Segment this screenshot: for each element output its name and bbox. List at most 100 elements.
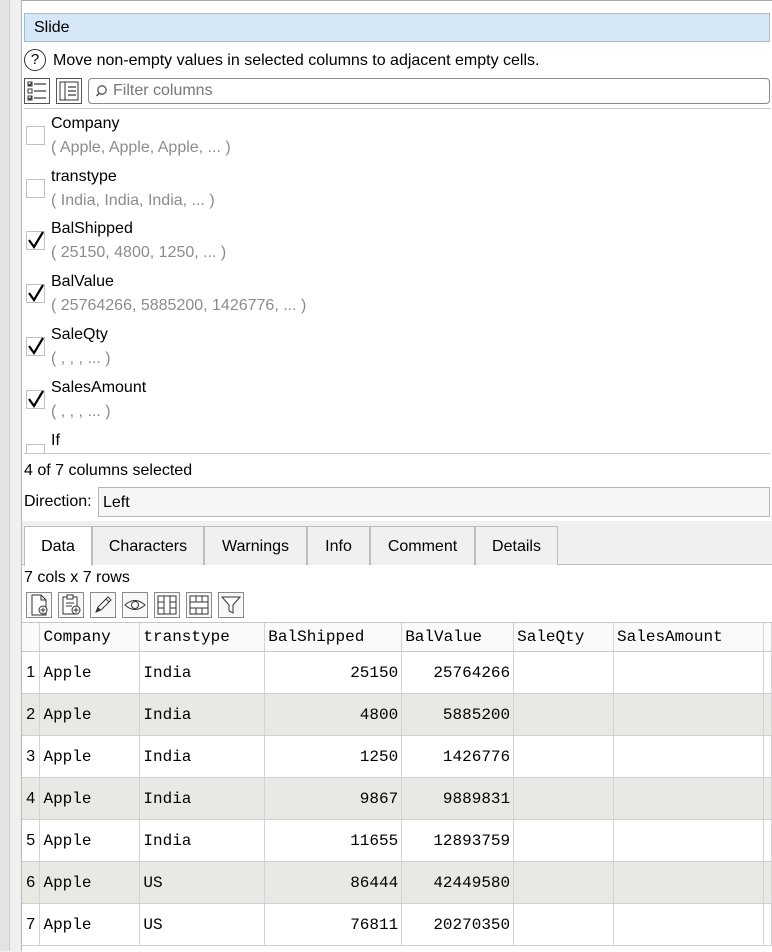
column-sample: ( 25150, 4800, 1250, ... ) (51, 244, 227, 261)
eye-icon[interactable] (122, 592, 148, 618)
column-checkbox[interactable] (26, 390, 45, 409)
filter-columns-input[interactable] (113, 80, 753, 102)
table-cell[interactable]: India (139, 777, 266, 820)
panel-title-bar: Slide (24, 13, 770, 42)
tab-data[interactable]: Data (24, 526, 92, 566)
column-checkbox[interactable] (26, 231, 45, 250)
column-item-balshipped[interactable]: BalShipped ( 25150, 4800, 1250, ... ) (24, 214, 770, 266)
table-cell[interactable] (613, 819, 764, 862)
table-cell[interactable] (513, 693, 615, 736)
table-cell[interactable] (513, 903, 615, 946)
paste-icon[interactable] (58, 592, 84, 618)
table-cell[interactable] (613, 693, 764, 736)
table-cell[interactable] (613, 735, 764, 778)
tab-comment[interactable]: Comment (370, 526, 475, 565)
table-cell[interactable]: 20270350 (401, 903, 515, 946)
column-checkbox[interactable] (26, 126, 45, 145)
table-cell[interactable]: 5885200 (401, 693, 515, 736)
tab-details[interactable]: Details (475, 526, 558, 565)
table-cell[interactable]: Apple (39, 819, 141, 862)
table-cell[interactable]: 12893759 (401, 819, 515, 862)
table-cell[interactable]: 42449580 (401, 861, 515, 904)
new-file-icon[interactable] (26, 592, 52, 618)
table-cell[interactable] (513, 777, 615, 820)
table-cell[interactable]: 25150 (264, 651, 403, 694)
tab-info[interactable]: Info (307, 526, 370, 565)
column-checkbox[interactable] (26, 337, 45, 356)
table-cell[interactable]: 25764266 (401, 651, 515, 694)
column-item-saleqty[interactable]: SaleQty ( , , , ... ) (24, 320, 770, 372)
tab-warnings[interactable]: Warnings (204, 526, 307, 565)
search-icon (95, 85, 107, 97)
direction-select[interactable]: Left (98, 487, 770, 517)
table-cell-overflow (763, 903, 772, 946)
table-cell[interactable]: India (139, 651, 266, 694)
table-cell[interactable]: 1250 (264, 735, 403, 778)
table-cell[interactable]: Apple (39, 903, 141, 946)
column-header-balvalue[interactable]: BalValue (401, 623, 515, 652)
column-name: SalesAmount (51, 379, 147, 396)
column-item-salesamount[interactable]: SalesAmount ( , , , ... ) (24, 373, 770, 425)
checkmark-icon (28, 390, 44, 409)
column-header-balshipped[interactable]: BalShipped (264, 623, 403, 652)
table-cell[interactable]: Apple (39, 735, 141, 778)
table-cell[interactable] (513, 819, 615, 862)
column-toolbar (24, 78, 770, 106)
table-cell[interactable] (613, 777, 764, 820)
table-cell[interactable]: India (139, 735, 266, 778)
column-item-balvalue[interactable]: BalValue ( 25764266, 5885200, 1426776, .… (24, 267, 770, 319)
table-cell[interactable]: 9867 (264, 777, 403, 820)
panel-title: Slide (34, 19, 70, 36)
table-cell[interactable]: 76811 (264, 903, 403, 946)
column-checkbox[interactable] (26, 179, 45, 198)
table-cell[interactable]: 1426776 (401, 735, 515, 778)
row-number: 2 (22, 693, 41, 736)
table-cell[interactable]: 9889831 (401, 777, 515, 820)
table-cell[interactable]: Apple (39, 777, 141, 820)
data-table: Company transtype BalShipped BalValue Sa… (22, 623, 772, 946)
column-sample: ( 25764266, 5885200, 1426776, ... ) (51, 297, 307, 314)
help-icon[interactable]: ? (24, 49, 46, 71)
column-header-salesamount[interactable]: SalesAmount (613, 623, 764, 652)
column-header-saleqty[interactable]: SaleQty (513, 623, 615, 652)
grid-toolbar (26, 592, 770, 620)
filter-icon[interactable] (218, 592, 244, 618)
column-checkbox[interactable] (26, 444, 45, 453)
edit-pencil-icon[interactable] (90, 592, 116, 618)
table-cell[interactable]: Apple (39, 651, 141, 694)
table-cell[interactable]: US (139, 903, 266, 946)
row-number: 5 (22, 819, 41, 862)
column-checkbox[interactable] (26, 284, 45, 303)
row-resize-icon[interactable] (186, 592, 212, 618)
column-name: Company (51, 115, 120, 132)
table-cell[interactable] (513, 651, 615, 694)
table-cell-overflow (763, 861, 772, 904)
table-header-row: Company transtype BalShipped BalValue Sa… (22, 623, 772, 652)
table-cell[interactable]: 11655 (264, 819, 403, 862)
column-header-company[interactable]: Company (39, 623, 141, 652)
table-cell[interactable]: Apple (39, 693, 141, 736)
table-cell[interactable]: 86444 (264, 861, 403, 904)
table-cell[interactable] (613, 861, 764, 904)
column-item-if[interactable]: If (24, 426, 770, 453)
grid-dimensions: 7 cols x 7 rows (24, 569, 130, 586)
table-cell[interactable] (513, 735, 615, 778)
list-icon[interactable] (56, 78, 82, 104)
column-item-transtype[interactable]: transtype ( India, India, India, ... ) (24, 162, 770, 214)
tab-characters[interactable]: Characters (92, 526, 204, 565)
table-cell[interactable] (513, 861, 615, 904)
table-cell[interactable]: Apple (39, 861, 141, 904)
column-resize-icon[interactable] (154, 592, 180, 618)
column-header-overflow (763, 623, 772, 652)
checklist-icon[interactable] (24, 78, 50, 104)
column-item-company[interactable]: Company ( Apple, Apple, Apple, ... ) (24, 109, 770, 161)
row-number: 3 (22, 735, 41, 778)
table-cell[interactable]: 4800 (264, 693, 403, 736)
column-header-transtype[interactable]: transtype (139, 623, 266, 652)
table-cell[interactable] (613, 651, 764, 694)
table-cell[interactable]: US (139, 861, 266, 904)
table-cell[interactable] (613, 903, 764, 946)
table-cell[interactable]: India (139, 819, 266, 862)
direction-row: Direction: Left (24, 486, 770, 518)
table-cell[interactable]: India (139, 693, 266, 736)
